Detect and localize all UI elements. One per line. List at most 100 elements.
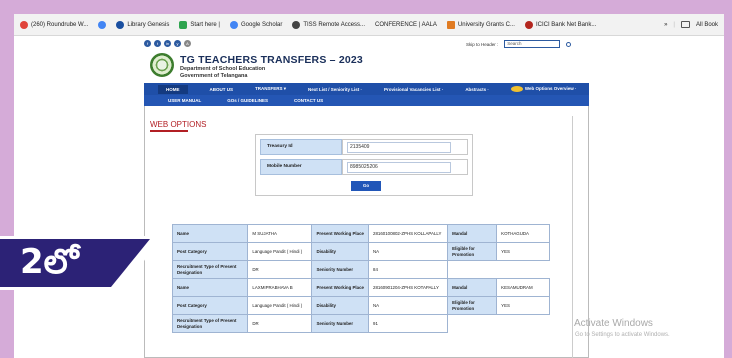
bookmark-label: TISS Remote Access... <box>303 21 366 28</box>
government-name: Government of Telangana <box>180 72 248 79</box>
mobile-cell: 8985025206 <box>342 159 468 175</box>
bookmark-label: (260) Roundrube W... <box>31 21 89 28</box>
bookmark-label: Library Genesis <box>127 21 170 28</box>
bookmark-label: Start here | <box>190 21 220 28</box>
mobile-number-field[interactable]: 8985025206 <box>347 162 451 173</box>
bookmark-label: University Grants C... <box>457 21 515 28</box>
ugc-icon <box>446 20 455 29</box>
circle-icon <box>98 20 107 29</box>
teacher-details-table: Name M SUJATHA Present Working Place 281601… <box>171 224 550 333</box>
nav-contact-us[interactable]: CONTACT US <box>294 98 323 103</box>
mobile-label: Mobile Number <box>260 159 342 175</box>
table-label-cell: Mandal <box>447 278 498 297</box>
table-value-cell: Language Pandit ( Hindi ) <box>247 242 313 261</box>
table-row: Post Category Language Pandit ( Hindi ) Di… <box>171 296 550 315</box>
table-value-cell: YES <box>496 296 550 315</box>
table-value-cell <box>497 315 550 333</box>
bookmark-start-here[interactable]: Start here | <box>179 20 220 29</box>
bookmark-icici[interactable]: ICICI Bank Net Bank... <box>524 20 597 29</box>
table-label-cell: Eligible for Promotion <box>447 296 498 315</box>
table-label-cell: Seniority Number <box>311 314 370 333</box>
twitter-icon[interactable]: t <box>154 40 161 47</box>
nav-web-options-overview[interactable]: Web Options Overview · <box>510 86 577 92</box>
youtube-icon[interactable]: y <box>174 40 181 47</box>
table-label-cell: Disability <box>311 296 370 315</box>
activate-windows-subtitle: Go to Settings to activate Windows. <box>575 332 670 338</box>
bookmark-circle[interactable] <box>98 20 107 29</box>
bookmark-libgen[interactable]: Library Genesis <box>116 20 170 29</box>
bookmarks-bar: (260) Roundrube W... Library Genesis Sta… <box>14 14 724 36</box>
table-value-cell: 91 <box>368 314 449 333</box>
table-label-cell: Name <box>171 278 249 297</box>
table-label-cell: Present Working Place <box>311 278 370 297</box>
primary-nav: HOME ABOUT US TRANSFERS ▾ Next List / Se… <box>144 83 589 95</box>
table-label-cell: Post Category <box>171 296 249 315</box>
font-size-icon[interactable]: A <box>184 40 191 47</box>
nav-about-us[interactable]: ABOUT US <box>210 87 234 92</box>
bookmark-tiss[interactable]: TISS Remote Access... <box>292 20 366 29</box>
title-underline <box>150 130 188 132</box>
bookmark-google-scholar[interactable]: Google Scholar <box>229 20 283 29</box>
youtube-icon <box>20 20 28 29</box>
nav-transfers[interactable]: TRANSFERS ▾ <box>255 86 286 92</box>
table-row: Recruitment Type of Present Designation D… <box>171 314 550 333</box>
table-value-cell: Language Pandit ( Hindi ) <box>247 296 313 315</box>
table-label-cell: Recruitment Type of Present Designation <box>171 260 249 279</box>
folder-icon <box>680 21 690 28</box>
search-input[interactable]: Search <box>504 40 561 48</box>
start-icon <box>179 20 188 29</box>
skip-to-header-link[interactable]: Skip to Header : <box>466 42 498 47</box>
login-form: Treasury Id 2135409 Mobile Number 898502… <box>255 134 473 196</box>
badge-label: 2లో <box>20 242 79 282</box>
table-label-cell <box>448 315 497 333</box>
nav-provisional-vacancies[interactable]: Provisional Vacancies List · <box>384 87 443 92</box>
nav-seniority-list[interactable]: Next List / Seniority List · <box>308 87 362 92</box>
bookmark-label: ICICI Bank Net Bank... <box>535 21 597 28</box>
bookmark-ugc[interactable]: University Grants C... <box>446 20 515 29</box>
sidebar-divider <box>572 116 573 358</box>
bookmark-roundrube[interactable]: (260) Roundrube W... <box>20 20 89 29</box>
go-button[interactable]: Go <box>351 181 381 191</box>
table-value-cell: 28160901204-ZPHS KOTAPALLY <box>368 278 449 297</box>
table-value-cell: NA <box>368 296 449 315</box>
social-icons: f t in y A <box>144 40 191 47</box>
table-row: Recruitment Type of Present Designation D… <box>171 260 550 279</box>
table-value-cell: 28160100802-ZPHS KOLLAPALLY <box>368 224 449 243</box>
new-badge-icon <box>510 86 523 92</box>
divider: | <box>673 21 675 28</box>
table-label-cell: Name <box>171 224 249 243</box>
table-value-cell <box>497 261 550 279</box>
icici-icon <box>524 20 533 29</box>
table-label-cell: Recruitment Type of Present Designation <box>171 314 249 333</box>
site-title: TG TEACHERS TRANSFERS – 2023 <box>180 54 363 66</box>
table-row: Name LAXMIPRABHAVA B Present Working Place… <box>171 278 550 297</box>
nav-home[interactable]: HOME <box>158 84 188 94</box>
activate-windows-title: Activate Windows <box>574 318 653 329</box>
treasury-id-field[interactable]: 2135409 <box>347 142 451 153</box>
table-row: Post Category Language Pandit ( Hindi ) Di… <box>171 242 550 261</box>
table-label-cell: Seniority Number <box>311 260 370 279</box>
nav-abstracts[interactable]: Abstracts · <box>465 87 489 92</box>
globe-icon <box>292 20 301 29</box>
linkedin-icon[interactable]: in <box>164 40 171 47</box>
all-bookmarks-button[interactable]: All Book <box>696 22 718 28</box>
facebook-icon[interactable]: f <box>144 40 151 47</box>
search-icon[interactable] <box>566 41 572 47</box>
table-label-cell: Disability <box>311 242 370 261</box>
nav-gos-guidelines[interactable]: GOs / GUIDELINES <box>227 98 268 103</box>
table-value-cell: NA <box>368 242 449 261</box>
mobile-row: Mobile Number 8985025206 <box>260 159 468 175</box>
nav-label: Web Options Overview · <box>524 86 577 92</box>
nav-user-manual[interactable]: USER MANUAL <box>168 98 201 103</box>
top-toolbar: Skip to Header : Search <box>466 40 572 48</box>
table-value-cell: KOTHAGUDA <box>496 224 550 243</box>
bookmarks-overflow-button[interactable]: » <box>664 22 667 28</box>
table-value-cell: M SUJATHA <box>247 224 313 243</box>
treasury-label: Treasury Id <box>260 139 342 155</box>
treasury-cell: 2135409 <box>342 139 468 155</box>
bookmark-conference[interactable]: CONFERENCE | AALA <box>375 22 437 28</box>
scholar-icon <box>229 20 238 29</box>
bookmark-label: Google Scholar <box>240 21 283 28</box>
table-value-cell: LAXMIPRABHAVA B <box>247 278 313 297</box>
site-subtitle: Department of School Education Governmen… <box>180 66 265 79</box>
